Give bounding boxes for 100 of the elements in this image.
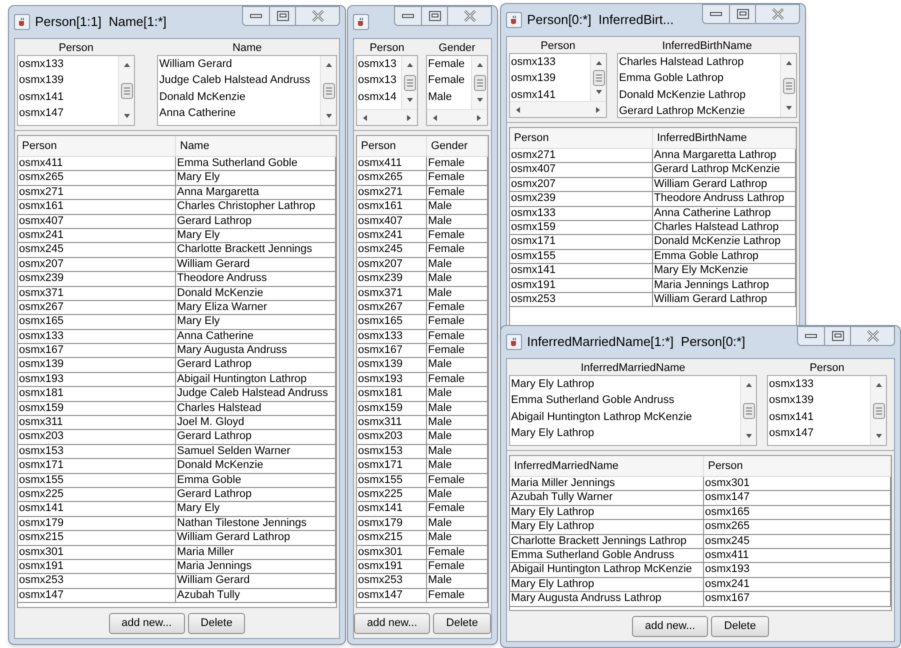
vertical-scrollbar[interactable] xyxy=(870,376,886,445)
vertical-scrollbar[interactable] xyxy=(590,54,606,101)
vertical-scrollbar[interactable] xyxy=(780,54,796,117)
list-item[interactable]: osmx139 xyxy=(510,70,590,87)
scroll-right-arrow-icon[interactable] xyxy=(406,114,412,122)
list-item[interactable]: Emma Sutherland Goble Andruss xyxy=(510,392,740,409)
column-header[interactable]: Person xyxy=(704,456,891,476)
add-new-button[interactable]: add new... xyxy=(632,616,708,636)
list-box[interactable]: osmx133 osmx139 osmx141 xyxy=(509,53,607,118)
list-item[interactable]: osmx13 xyxy=(357,72,401,89)
scrollbar-grip-icon[interactable] xyxy=(872,402,884,418)
maximize-button[interactable] xyxy=(422,6,448,26)
list-item[interactable]: William Gerard xyxy=(158,56,320,72)
list-box[interactable]: Female Female Male xyxy=(426,55,488,126)
scroll-up-arrow-icon[interactable] xyxy=(874,382,882,388)
list-item[interactable]: Gerard Lathrop McKenzie xyxy=(618,102,780,117)
horizontal-scrollbar[interactable] xyxy=(510,101,606,117)
column-header[interactable]: Name xyxy=(176,136,336,156)
close-button[interactable] xyxy=(851,326,895,346)
list-item[interactable]: osmx133 xyxy=(510,54,590,70)
list-item[interactable]: Charles Halstead Lathrop xyxy=(618,54,780,70)
list-item[interactable]: Female xyxy=(427,72,471,89)
list-box[interactable]: osmx133 osmx139 osmx141 osmx147 xyxy=(767,375,887,446)
list-item[interactable]: Donald McKenzie xyxy=(158,88,320,105)
scroll-left-arrow-icon[interactable] xyxy=(515,106,521,114)
scroll-down-arrow-icon[interactable] xyxy=(406,97,414,103)
java-cup-icon[interactable] xyxy=(506,334,522,350)
close-button[interactable] xyxy=(756,4,800,24)
scrollbar-grip-icon[interactable] xyxy=(592,70,604,86)
scrollbar-grip-icon[interactable] xyxy=(474,74,486,90)
column-header[interactable]: InferredBirthName xyxy=(653,128,796,148)
list-box[interactable]: William Gerard Judge Caleb Halstead Andruss Donald McKenzie Anna Catherine xyxy=(157,55,337,126)
list-item[interactable]: Mary Ely Lathrop xyxy=(510,376,740,392)
list-item[interactable]: osmx139 xyxy=(768,392,870,409)
scroll-left-arrow-icon[interactable] xyxy=(362,114,368,122)
list-box[interactable]: Mary Ely Lathrop Emma Sutherland Goble Andruss Abigail Huntington Lathrop McKenzie Mary Ely Lathrop xyxy=(509,375,757,446)
list-item[interactable]: Donald McKenzie Lathrop xyxy=(618,86,780,103)
list-item[interactable]: Abigail Huntington Lathrop McKenzie xyxy=(510,408,740,425)
scrollbar-grip-icon[interactable] xyxy=(404,74,416,90)
close-button[interactable] xyxy=(448,6,492,26)
list-box[interactable]: osmx13 osmx13 osmx14 xyxy=(356,55,418,126)
scrollbar-grip-icon[interactable] xyxy=(782,78,794,94)
scroll-down-arrow-icon[interactable] xyxy=(476,97,484,103)
list-item[interactable]: osmx141 xyxy=(768,408,870,425)
list-item[interactable]: osmx141 xyxy=(510,86,590,101)
scroll-left-arrow-icon[interactable] xyxy=(432,114,438,122)
scroll-up-arrow-icon[interactable] xyxy=(324,62,332,68)
vertical-scrollbar[interactable] xyxy=(401,56,417,109)
column-header[interactable]: Person xyxy=(357,136,427,156)
scroll-up-arrow-icon[interactable] xyxy=(744,382,752,388)
java-cup-icon[interactable] xyxy=(14,14,30,30)
minimize-button[interactable] xyxy=(797,326,825,346)
delete-button[interactable]: Delete xyxy=(188,612,246,634)
column-header[interactable]: Person xyxy=(510,128,653,148)
list-item[interactable]: osmx147 xyxy=(18,104,118,122)
list-item[interactable]: Female xyxy=(427,56,471,72)
delete-button[interactable]: Delete xyxy=(711,616,769,636)
vertical-scrollbar[interactable] xyxy=(118,56,134,125)
close-button[interactable] xyxy=(296,6,340,26)
vertical-scrollbar[interactable] xyxy=(471,56,487,109)
scrollbar-grip-icon[interactable] xyxy=(120,82,133,98)
add-new-button[interactable]: add new... xyxy=(354,612,430,634)
list-box[interactable]: Charles Halstead Lathrop Emma Goble Lathrop Donald McKenzie Lathrop Gerard Lathrop McKenzie xyxy=(617,53,797,118)
maximize-button[interactable] xyxy=(825,326,851,346)
scroll-right-arrow-icon[interactable] xyxy=(476,114,482,122)
scrollbar-grip-icon[interactable] xyxy=(742,402,754,418)
scroll-down-arrow-icon[interactable] xyxy=(594,89,602,95)
add-new-button[interactable]: add new... xyxy=(108,612,185,634)
vertical-scrollbar[interactable] xyxy=(740,376,756,445)
scroll-down-arrow-icon[interactable] xyxy=(874,433,882,439)
java-cup-icon[interactable] xyxy=(506,12,522,28)
list-item[interactable]: osmx139 xyxy=(18,72,118,89)
list-item[interactable]: Mary Ely Lathrop xyxy=(510,424,740,442)
horizontal-scrollbar[interactable] xyxy=(357,109,417,125)
list-item[interactable]: Male xyxy=(427,88,471,105)
maximize-button[interactable] xyxy=(270,6,296,26)
list-box[interactable]: osmx133 osmx139 osmx141 osmx147 xyxy=(17,55,136,126)
minimize-button[interactable] xyxy=(242,6,270,26)
list-item[interactable]: osmx133 xyxy=(768,376,870,392)
list-item[interactable]: osmx147 xyxy=(768,424,870,442)
list-item[interactable]: osmx14 xyxy=(357,88,401,105)
scroll-down-arrow-icon[interactable] xyxy=(122,113,131,119)
maximize-button[interactable] xyxy=(730,4,756,24)
column-header[interactable]: Person xyxy=(18,136,176,156)
scroll-up-arrow-icon[interactable] xyxy=(122,62,131,68)
scroll-right-arrow-icon[interactable] xyxy=(595,106,601,114)
list-item[interactable]: Anna Catherine xyxy=(158,104,320,122)
scroll-up-arrow-icon[interactable] xyxy=(594,60,602,66)
delete-button[interactable]: Delete xyxy=(433,612,491,634)
horizontal-scrollbar[interactable] xyxy=(427,109,487,125)
scroll-down-arrow-icon[interactable] xyxy=(324,113,332,119)
java-cup-icon[interactable] xyxy=(353,14,369,30)
list-item[interactable]: osmx13 xyxy=(357,56,401,72)
minimize-button[interactable] xyxy=(702,4,730,24)
scrollbar-grip-icon[interactable] xyxy=(322,82,334,98)
scroll-up-arrow-icon[interactable] xyxy=(784,60,792,66)
minimize-button[interactable] xyxy=(394,6,422,26)
list-item[interactable]: Judge Caleb Halstead Andruss xyxy=(158,72,320,89)
list-item[interactable]: Emma Goble Lathrop xyxy=(618,70,780,87)
scroll-down-arrow-icon[interactable] xyxy=(744,433,752,439)
